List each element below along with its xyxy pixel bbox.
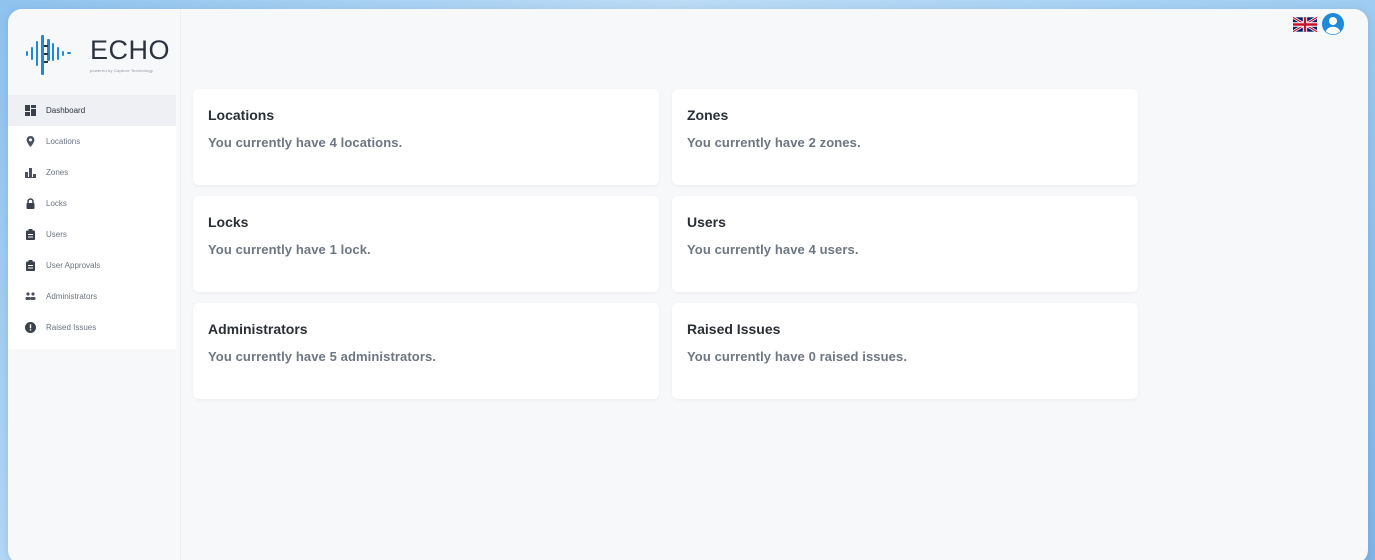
sidebar: ECHO powered by Capture Technology Dashb… bbox=[8, 9, 181, 560]
sidebar-item-label: Users bbox=[46, 230, 67, 239]
sidebar-nav: Dashboard Locations Zones Locks Users Us… bbox=[8, 95, 176, 343]
user-circle-icon[interactable] bbox=[1321, 12, 1345, 36]
sidebar-item-label: Administrators bbox=[46, 292, 98, 301]
brand-name: ECHO bbox=[90, 35, 171, 65]
clipboard-icon bbox=[25, 229, 36, 240]
sidebar-item-label: User Approvals bbox=[46, 261, 101, 270]
sidebar-item-locks[interactable]: Locks bbox=[8, 188, 176, 219]
card-title: Raised Issues bbox=[687, 321, 781, 337]
card-text: You currently have 2 zones. bbox=[687, 135, 861, 150]
card-administrators[interactable]: Administrators You currently have 5 admi… bbox=[193, 303, 659, 399]
uk-flag-icon[interactable] bbox=[1293, 16, 1317, 32]
card-title: Administrators bbox=[208, 321, 308, 337]
sidebar-item-dashboard[interactable]: Dashboard bbox=[8, 95, 176, 126]
card-title: Zones bbox=[687, 107, 729, 123]
card-locations[interactable]: Locations You currently have 4 locations… bbox=[193, 89, 659, 185]
sidebar-item-label: Locks bbox=[46, 199, 67, 208]
card-text: You currently have 1 lock. bbox=[208, 242, 371, 257]
card-text: You currently have 4 locations. bbox=[208, 135, 403, 150]
sidebar-item-administrators[interactable]: Administrators bbox=[8, 281, 176, 312]
card-text: You currently have 0 raised issues. bbox=[687, 349, 908, 364]
map-pin-icon bbox=[25, 136, 36, 147]
dashboard-icon bbox=[25, 105, 36, 116]
sidebar-item-user-approvals[interactable]: User Approvals bbox=[8, 250, 176, 281]
sidebar-item-zones[interactable]: Zones bbox=[8, 157, 176, 188]
lock-icon bbox=[25, 198, 36, 209]
card-users[interactable]: Users You currently have 4 users. bbox=[672, 196, 1138, 292]
sidebar-item-raised-issues[interactable]: Raised Issues bbox=[8, 312, 176, 343]
sidebar-item-locations[interactable]: Locations bbox=[8, 126, 176, 157]
users-icon bbox=[25, 291, 36, 302]
card-text: You currently have 4 users. bbox=[687, 242, 859, 257]
app-window: ECHO powered by Capture Technology Dashb… bbox=[8, 9, 1368, 560]
brand-tagline: powered by Capture Technology bbox=[90, 68, 154, 73]
card-zones[interactable]: Zones You currently have 2 zones. bbox=[672, 89, 1138, 185]
sidebar-item-label: Zones bbox=[46, 168, 69, 177]
sidebar-item-label: Raised Issues bbox=[46, 323, 97, 332]
card-title: Locations bbox=[208, 107, 275, 123]
echo-logo-mark bbox=[26, 35, 71, 75]
sidebar-item-label: Dashboard bbox=[46, 106, 86, 115]
card-title: Locks bbox=[208, 214, 249, 230]
echo-logo[interactable]: ECHO powered by Capture Technology bbox=[24, 29, 174, 79]
card-text: You currently have 5 administrators. bbox=[208, 349, 437, 364]
clipboard-check-icon bbox=[25, 260, 36, 271]
sidebar-item-users[interactable]: Users bbox=[8, 219, 176, 250]
card-title: Users bbox=[687, 214, 726, 230]
sidebar-item-label: Locations bbox=[46, 137, 81, 146]
card-locks[interactable]: Locks You currently have 1 lock. bbox=[193, 196, 659, 292]
zones-icon bbox=[25, 167, 36, 178]
card-raised-issues[interactable]: Raised Issues You currently have 0 raise… bbox=[672, 303, 1138, 399]
alert-circle-icon bbox=[25, 322, 36, 333]
header-actions bbox=[1293, 12, 1345, 36]
